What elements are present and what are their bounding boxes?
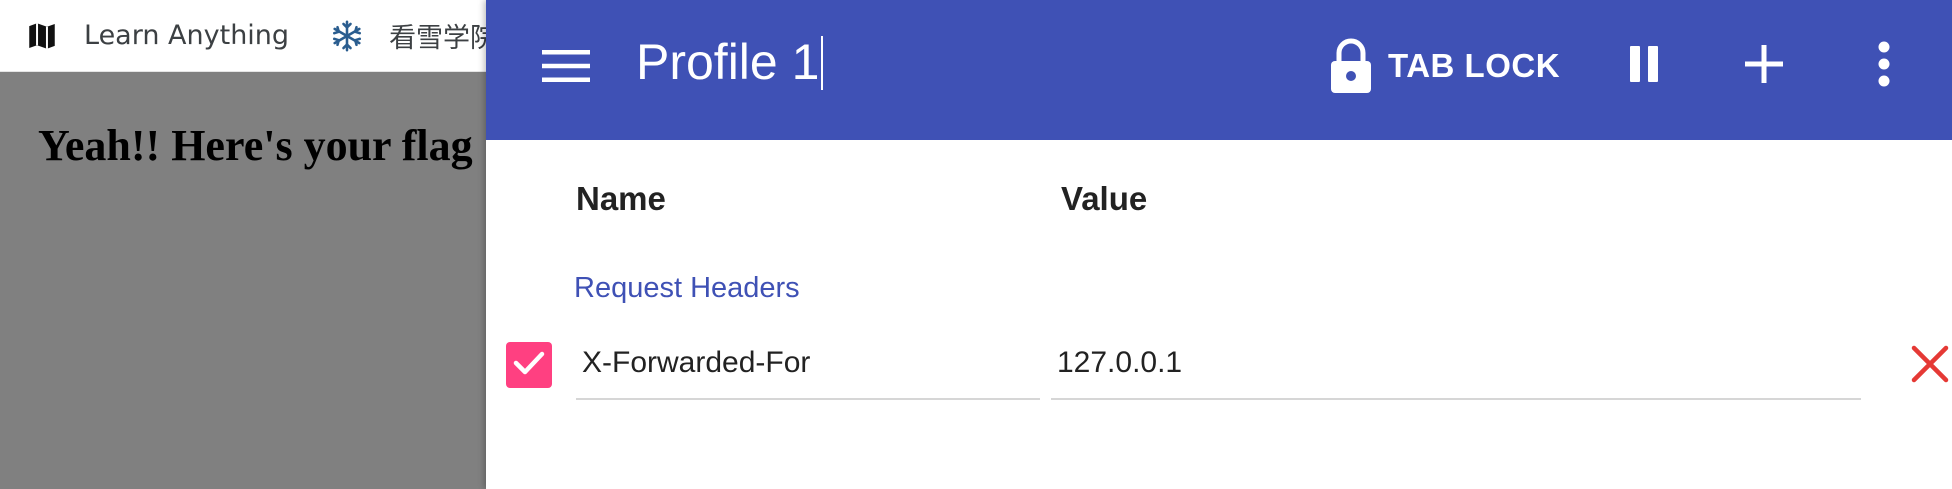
column-header-name: Name xyxy=(576,180,666,217)
more-options-button[interactable] xyxy=(1852,34,1916,98)
header-name-value: X-Forwarded-For xyxy=(582,346,811,379)
profile-title-text: Profile 1 xyxy=(636,34,820,90)
snowflake-icon xyxy=(329,18,365,54)
close-icon xyxy=(1911,345,1949,388)
hamburger-menu-icon xyxy=(542,48,590,89)
menu-button[interactable] xyxy=(538,40,594,96)
check-icon xyxy=(513,350,545,381)
bookmark-kanxue[interactable]: 看雪学院 xyxy=(329,12,497,60)
delete-header-button[interactable] xyxy=(1904,340,1952,392)
tab-lock-label: TAB LOCK xyxy=(1388,47,1561,84)
extension-popup: Profile 1 TAB LOCK Name Value Request He… xyxy=(486,0,1952,489)
section-label-request-headers: Request Headers xyxy=(574,272,800,304)
app-bar: Profile 1 TAB LOCK xyxy=(486,0,1952,140)
add-button[interactable] xyxy=(1732,34,1796,98)
tab-lock-button[interactable]: TAB LOCK xyxy=(1328,34,1560,98)
lock-icon xyxy=(1328,37,1374,95)
pause-button[interactable] xyxy=(1612,34,1676,98)
pause-icon xyxy=(1628,45,1660,87)
bookmark-label: Learn Anything xyxy=(84,20,290,51)
text-cursor xyxy=(821,35,824,90)
bookmark-label: 看雪学院 xyxy=(389,23,498,54)
column-header-value: Value xyxy=(1061,180,1148,217)
bookmark-learn-anything[interactable]: Learn Anything xyxy=(24,12,289,60)
map-icon xyxy=(24,18,60,54)
more-vert-icon xyxy=(1877,41,1891,92)
header-enabled-checkbox[interactable] xyxy=(506,342,552,388)
page-heading: Yeah!! Here's your flag xyxy=(38,121,473,170)
plus-icon xyxy=(1745,44,1783,88)
header-value-value: 127.0.0.1 xyxy=(1057,346,1183,379)
header-name-input[interactable]: X-Forwarded-For xyxy=(576,336,1040,400)
header-value-input[interactable]: 127.0.0.1 xyxy=(1051,336,1861,400)
profile-title-input[interactable]: Profile 1 xyxy=(636,30,824,94)
